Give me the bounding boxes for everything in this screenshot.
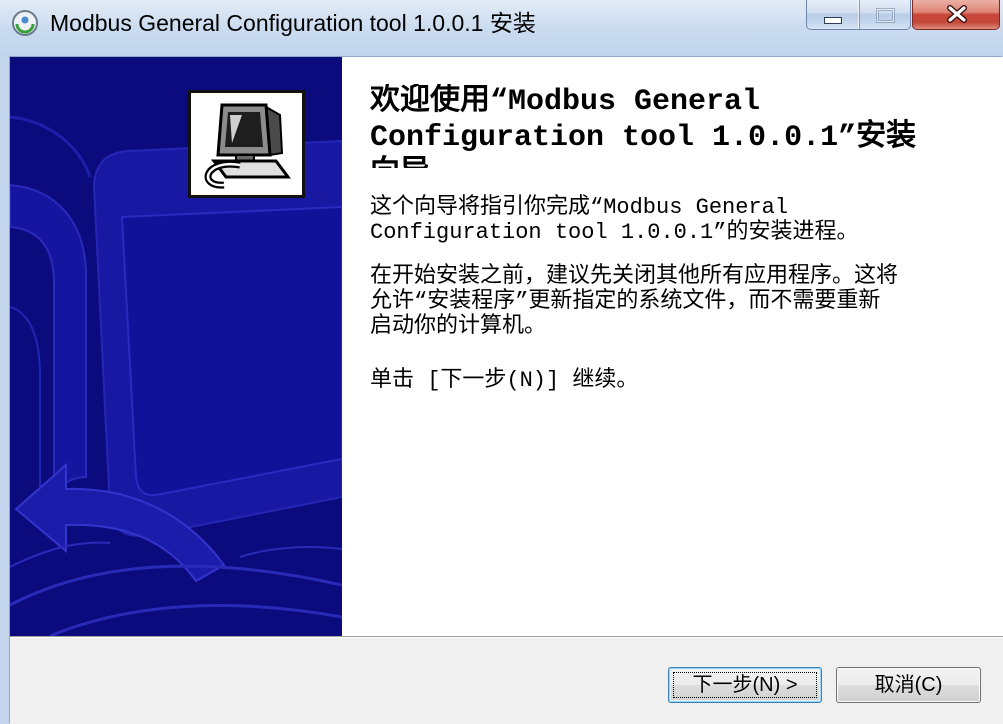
banner-shape — [120, 205, 342, 497]
cancel-button-label: 取消(C) — [874, 674, 943, 696]
next-button-label: 下一步(N) > — [692, 674, 798, 696]
icon-dot — [21, 16, 29, 24]
close-apps-paragraph: 在开始安装之前，建议先关闭其他所有应用程序。这将 允许“安装程序”更新指定的系统… — [370, 264, 990, 339]
continue-text-line: 单击 [下一步(N)] 继续。 — [370, 368, 639, 393]
heading-line: 欢迎使用“Modbus General — [370, 85, 761, 119]
window-title: Modbus General Configuration tool 1.0.0.… — [50, 10, 536, 36]
close-apps-text-line: 启动你的计算机。 — [370, 314, 547, 339]
intro-text-line: 这个向导将指引你完成“Modbus General — [370, 195, 789, 220]
welcome-heading: 欢迎使用“Modbus General Configuration tool 1… — [370, 84, 990, 168]
cancel-button[interactable]: 取消(C) — [836, 667, 981, 703]
maximize-glyph — [876, 8, 895, 23]
close-apps-text-line: 允许“安装程序”更新指定的系统文件，而不需要重新 — [370, 289, 881, 314]
minimize-button[interactable] — [807, 0, 860, 29]
intro-paragraph: 这个向导将指引你完成“Modbus General Configuration … — [370, 195, 990, 245]
close-icon — [947, 5, 967, 23]
close-apps-text-line: 在开始安装之前，建议先关闭其他所有应用程序。这将 — [370, 264, 899, 289]
next-button[interactable]: 下一步(N) > — [668, 667, 822, 703]
window-controls — [806, 0, 911, 30]
welcome-page: 欢迎使用“Modbus General Configuration tool 1… — [10, 57, 1003, 724]
heading-line: 向导 — [370, 156, 990, 168]
minimize-icon — [824, 17, 842, 24]
button-bar: 下一步(N) > 取消(C) — [10, 638, 1003, 724]
title-bar[interactable]: Modbus General Configuration tool 1.0.0.… — [0, 0, 1003, 57]
close-button[interactable] — [912, 0, 1000, 30]
minimize-glyph — [824, 17, 842, 24]
wizard-sidebar — [10, 57, 342, 636]
computer-setup-icon — [188, 90, 305, 198]
continue-instruction: 单击 [下一步(N)] 继续。 — [370, 368, 990, 393]
maximize-glyph-outline — [876, 8, 895, 23]
close-glyph — [948, 6, 966, 22]
installer-window: Modbus General Configuration tool 1.0.0.… — [0, 0, 1003, 724]
maximize-button[interactable] — [860, 0, 910, 29]
heading-line: Configuration tool 1.0.0.1”安装 — [370, 121, 917, 155]
installer-icon — [11, 9, 39, 37]
computer-setup-icon-graphic — [204, 103, 291, 189]
welcome-content: 欢迎使用“Modbus General Configuration tool 1… — [342, 57, 1003, 636]
installer-icon-graphic — [12, 10, 38, 36]
maximize-icon — [876, 8, 895, 23]
intro-text-line: Configuration tool 1.0.0.1”的安装进程。 — [370, 220, 859, 245]
